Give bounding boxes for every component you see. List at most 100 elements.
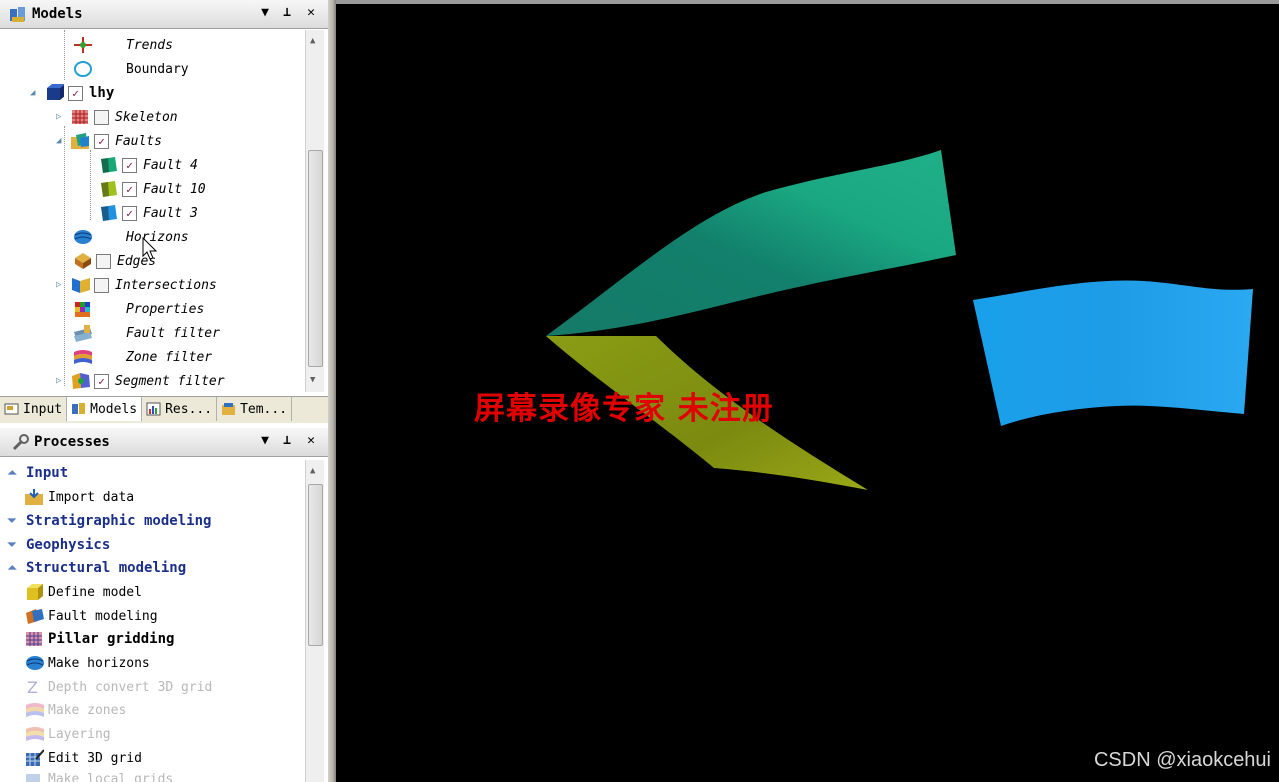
process-group-input[interactable]: ⏶ Input xyxy=(0,462,69,484)
collapse-chevron-icon[interactable]: ⏶ xyxy=(4,465,20,481)
scroll-down-icon[interactable]: ▼ xyxy=(310,375,315,385)
tree-item-zone-filter[interactable]: Zone filter xyxy=(72,346,212,368)
fault-surface-icon xyxy=(101,157,117,173)
tree-item-trends[interactable]: Trends xyxy=(72,34,173,56)
checkbox-checked[interactable]: ✓ xyxy=(94,133,109,149)
checkbox-checked[interactable]: ✓ xyxy=(122,181,137,197)
dock-splitter[interactable] xyxy=(328,0,336,782)
mouse-cursor-icon xyxy=(142,237,158,260)
expand-chevron-icon[interactable]: ⏷ xyxy=(4,513,20,529)
process-pillar-gridding[interactable]: Pillar gridding xyxy=(24,628,174,650)
tab-label: Tem... xyxy=(240,401,288,417)
process-make-zones: Make zones xyxy=(24,699,126,721)
templates-tab-icon xyxy=(222,403,236,415)
process-label: Edit 3D grid xyxy=(48,750,142,766)
tab-input[interactable]: Input xyxy=(0,397,68,421)
checkbox-empty[interactable] xyxy=(96,253,111,269)
model-cube-icon xyxy=(47,84,64,100)
edges-icon xyxy=(75,253,91,269)
processes-close-button[interactable]: ✕ xyxy=(302,433,320,448)
define-model-icon xyxy=(27,584,43,600)
tree-item-fault-4[interactable]: ✓ Fault 4 xyxy=(98,154,198,176)
models-close-button[interactable]: ✕ xyxy=(302,5,320,20)
process-label: Layering xyxy=(48,726,111,742)
tab-label: Models xyxy=(90,401,138,417)
recorder-watermark: 屏幕录像专家 未注册 xyxy=(474,391,774,427)
process-group-structural-modeling[interactable]: ⏶ Structural modeling xyxy=(0,557,187,579)
process-group-geophysics[interactable]: ⏷ Geophysics xyxy=(0,534,111,556)
fault-surface-icon xyxy=(101,205,117,221)
fault-surface-green[interactable] xyxy=(546,150,956,336)
process-label: Make zones xyxy=(48,702,127,718)
input-tab-icon xyxy=(4,403,19,415)
tab-templates[interactable]: Tem... xyxy=(217,397,293,421)
process-group-label: Geophysics xyxy=(26,537,111,553)
intersections-icon xyxy=(72,278,90,293)
tree-label: Skeleton xyxy=(115,109,178,125)
tree-item-faults[interactable]: ◢ ✓ Faults xyxy=(56,130,162,152)
models-tab-icon xyxy=(72,403,86,414)
fault-modeling-icon xyxy=(26,609,44,624)
tree-label: lhy xyxy=(89,85,115,101)
tree-item-fault-3[interactable]: ✓ Fault 3 xyxy=(98,202,198,224)
models-pin-button[interactable]: ⊥ xyxy=(278,5,296,20)
scroll-up-icon[interactable]: ▲ xyxy=(310,466,315,476)
process-import-data[interactable]: Import data xyxy=(24,486,134,508)
process-edit-3d-grid[interactable]: Edit 3D grid xyxy=(24,747,142,769)
checkbox-checked[interactable]: ✓ xyxy=(122,205,137,221)
models-dropdown-button[interactable]: ▼ xyxy=(256,5,274,20)
wrench-icon xyxy=(12,434,29,451)
process-label: Depth convert 3D grid xyxy=(48,679,213,695)
checkbox-checked[interactable]: ✓ xyxy=(122,157,137,173)
tree-item-skeleton[interactable]: ▷ Skeleton xyxy=(56,106,178,128)
collapse-arrow-icon[interactable]: ◢ xyxy=(56,136,66,146)
tree-item-fault-10[interactable]: ✓ Fault 10 xyxy=(98,178,206,200)
collapse-chevron-icon[interactable]: ⏶ xyxy=(4,560,20,576)
models-scrollbar[interactable]: ▲ ▼ xyxy=(305,30,324,392)
csdn-credit: CSDN @xiaokcehui xyxy=(1093,749,1271,771)
processes-scrollbar[interactable]: ▲ xyxy=(305,460,324,782)
processes-scroll-thumb[interactable] xyxy=(308,484,323,646)
process-define-model[interactable]: Define model xyxy=(24,581,142,603)
process-group-label: Structural modeling xyxy=(26,560,187,576)
tree-label: Fault filter xyxy=(126,325,220,341)
processes-dropdown-button[interactable]: ▼ xyxy=(256,433,274,448)
explorer-tabs: Input Models Res... Tem... xyxy=(0,396,328,423)
checkbox-checked[interactable]: ✓ xyxy=(94,373,109,389)
expand-arrow-icon[interactable]: ▷ xyxy=(56,280,66,290)
tree-item-lhy[interactable]: ◢ ✓ lhy xyxy=(30,82,114,104)
process-fault-modeling[interactable]: Fault modeling xyxy=(24,605,158,627)
expand-chevron-icon[interactable]: ⏷ xyxy=(4,537,20,553)
make-horizons-icon xyxy=(26,656,44,670)
import-folder-icon xyxy=(25,489,43,505)
tree-item-properties[interactable]: Properties xyxy=(72,298,204,320)
tab-models[interactable]: Models xyxy=(67,397,143,421)
expand-arrow-icon[interactable]: ▷ xyxy=(56,112,66,122)
process-make-horizons[interactable]: Make horizons xyxy=(24,652,150,674)
tree-label: Faults xyxy=(115,133,162,149)
processes-pin-button[interactable]: ⊥ xyxy=(278,433,296,448)
checkbox-checked[interactable]: ✓ xyxy=(68,85,83,101)
models-scroll-thumb[interactable] xyxy=(308,150,323,367)
processes-panel-title: Processes xyxy=(34,434,110,450)
tree-item-fault-filter[interactable]: Fault filter xyxy=(72,322,220,344)
edit-3d-grid-icon xyxy=(26,749,44,766)
skeleton-icon xyxy=(72,110,88,124)
fault-surface-blue[interactable] xyxy=(973,280,1253,426)
process-group-stratigraphic-modeling[interactable]: ⏷ Stratigraphic modeling xyxy=(0,510,212,532)
checkbox-empty[interactable] xyxy=(94,277,109,293)
collapse-arrow-icon[interactable]: ◢ xyxy=(30,88,40,98)
checkbox-empty[interactable] xyxy=(94,109,109,125)
tab-results[interactable]: Res... xyxy=(142,397,218,421)
make-local-grids-icon xyxy=(26,774,40,782)
tree-label: Trends xyxy=(126,37,173,53)
expand-arrow-icon[interactable]: ▷ xyxy=(56,376,66,386)
tree-item-boundary[interactable]: Boundary xyxy=(72,58,189,80)
3d-viewport[interactable]: 屏幕录像专家 未注册 CSDN @xiaokcehui xyxy=(336,0,1279,782)
tree-item-horizons[interactable]: Horizons xyxy=(72,226,189,248)
make-zones-icon xyxy=(26,703,44,717)
scroll-up-icon[interactable]: ▲ xyxy=(310,36,315,46)
tree-item-intersections[interactable]: ▷ Intersections xyxy=(56,274,217,296)
process-layering: Layering xyxy=(24,723,111,745)
tree-item-segment-filter[interactable]: ▷ ✓ Segment filter xyxy=(56,370,225,392)
